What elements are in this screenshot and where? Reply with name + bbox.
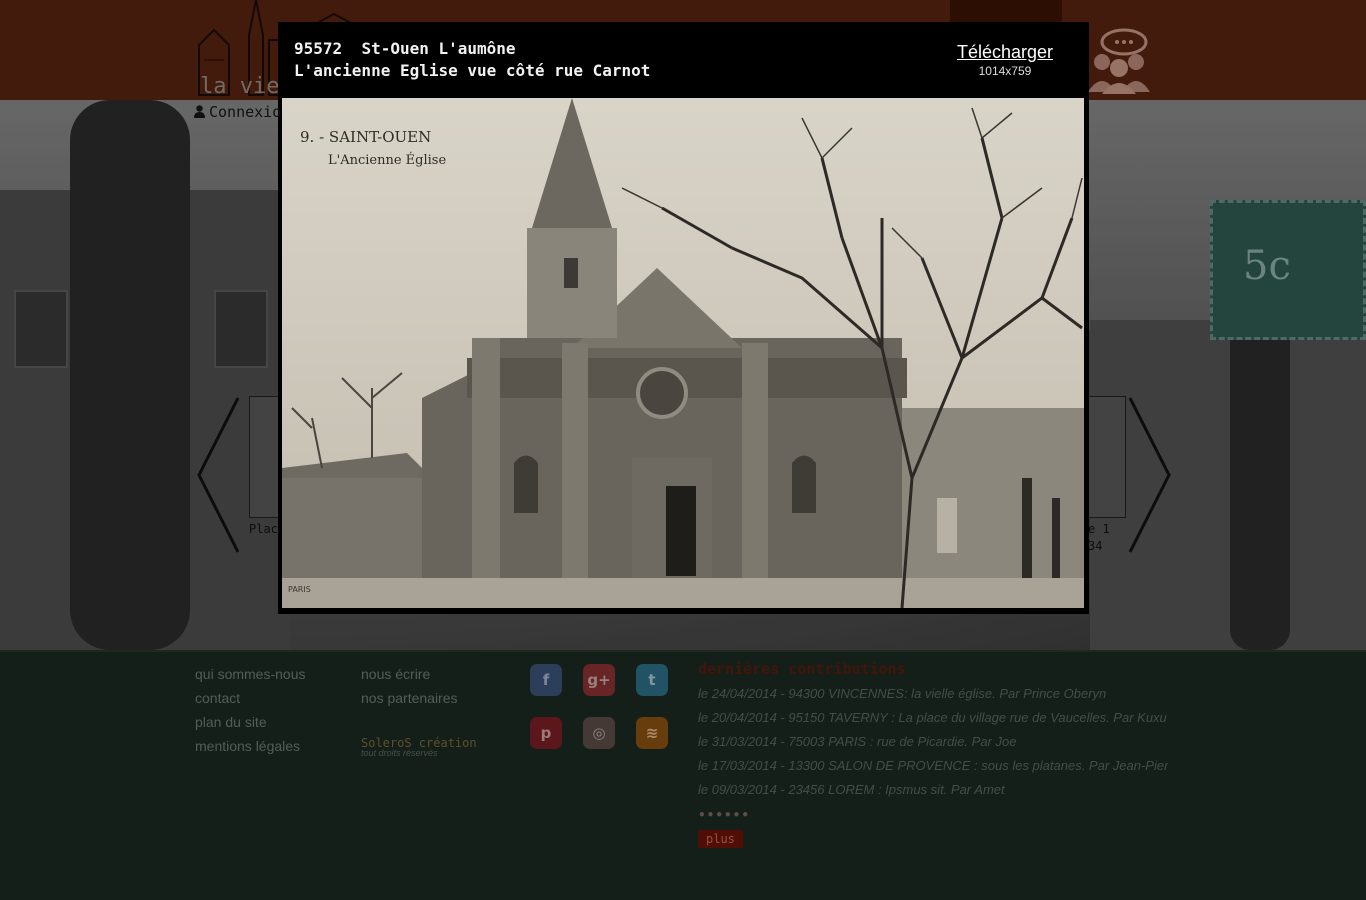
lightbox-title: 95572 St-Ouen L'aumône L'ancienne Eglise… [294,38,650,82]
login-label: Connexio [209,103,282,121]
login-link[interactable]: Connexio [194,103,281,121]
lightbox-photo: 9. - SAINT-OUEN L'Ancienne Église PARIS [282,98,1084,608]
lightbox-id: 95572 [294,39,343,58]
image-dimensions: 1014x759 [978,64,1032,78]
postcard-caption-line1: 9. - SAINT-OUEN [300,128,431,146]
lightbox-caption: L'ancienne Eglise vue côté rue Carnot [294,61,651,80]
user-icon [194,105,205,118]
postcard-caption-line2: L'Ancienne Église [328,152,446,168]
lightbox: 95572 St-Ouen L'aumône L'ancienne Eglise… [278,22,1089,614]
church-postcard-image: 9. - SAINT-OUEN L'Ancienne Église PARIS [282,98,1084,608]
lightbox-location: St-Ouen L'aumône [361,39,516,58]
download-area: Télécharger 1014x759 [957,42,1053,78]
postcard-mark: PARIS [288,585,311,594]
download-link[interactable]: Télécharger [957,42,1053,63]
